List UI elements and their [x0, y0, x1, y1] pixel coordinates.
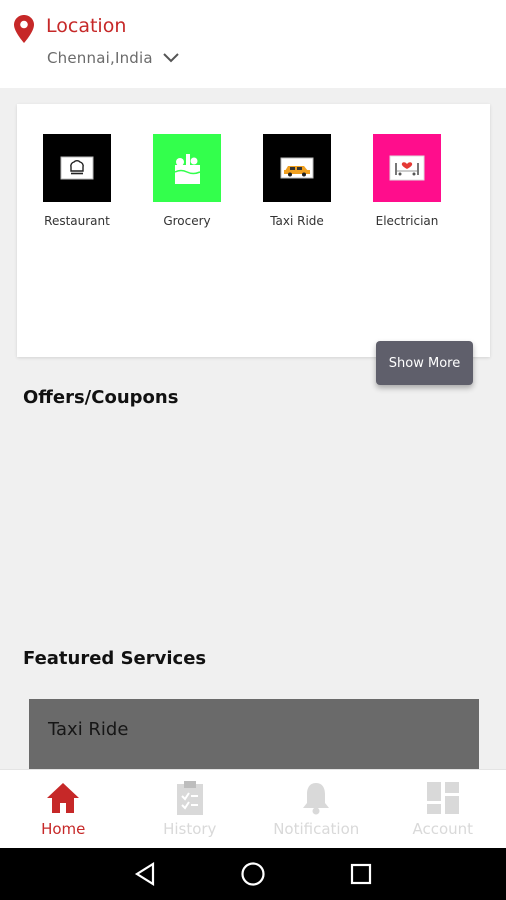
- bell-icon: [303, 783, 330, 815]
- taxi-icon: [280, 157, 314, 179]
- chevron-down-icon[interactable]: [161, 51, 181, 65]
- featured-title: Featured Services: [23, 648, 207, 669]
- circle-home-icon: [241, 862, 265, 886]
- back-button[interactable]: [91, 848, 199, 900]
- offers-title: Offers/Coupons: [23, 387, 179, 408]
- category-label: Taxi Ride: [270, 214, 324, 228]
- restaurant-tile: [43, 134, 111, 202]
- nav-history[interactable]: History: [127, 770, 254, 848]
- featured-service-label: Taxi Ride: [48, 719, 129, 740]
- location-title: Location: [46, 15, 127, 37]
- nav-label: Notification: [273, 820, 360, 838]
- electrician-icon: [389, 155, 425, 181]
- recents-button[interactable]: [307, 848, 415, 900]
- category-label: Electrician: [375, 214, 439, 228]
- nav-account[interactable]: Account: [380, 770, 506, 848]
- bottom-nav: Home History Notification Account: [0, 769, 506, 848]
- category-electrician[interactable]: Electrician: [352, 134, 462, 228]
- back-triangle-icon: [134, 862, 155, 886]
- electrician-tile: [373, 134, 441, 202]
- square-recents-icon: [350, 863, 372, 885]
- featured-service-card[interactable]: Taxi Ride: [29, 699, 479, 769]
- grid-icon: [426, 782, 459, 814]
- system-nav-bar: [0, 848, 506, 900]
- home-icon: [47, 783, 80, 813]
- category-restaurant[interactable]: Restaurant: [22, 134, 132, 228]
- nav-notification[interactable]: Notification: [253, 770, 380, 848]
- grocery-tile: [153, 134, 221, 202]
- category-label: Restaurant: [44, 214, 110, 228]
- nav-home[interactable]: Home: [0, 770, 127, 848]
- nav-label: Account: [412, 820, 474, 838]
- clipboard-icon: [176, 781, 203, 815]
- location-city[interactable]: Chennai,India: [47, 49, 153, 67]
- category-taxi[interactable]: Taxi Ride: [242, 134, 352, 228]
- home-system-button[interactable]: [199, 848, 307, 900]
- show-more-button[interactable]: Show More: [376, 341, 473, 385]
- nav-label: History: [163, 820, 217, 838]
- category-label: Grocery: [163, 214, 211, 228]
- category-card: Restaurant Grocery Taxi Ride Electrician: [17, 104, 490, 357]
- chef-hat-icon: [60, 156, 94, 180]
- grocery-bag-icon: [174, 154, 201, 184]
- location-pin-icon: [14, 15, 34, 43]
- taxi-tile: [263, 134, 331, 202]
- nav-label: Home: [41, 820, 86, 838]
- category-grocery[interactable]: Grocery: [132, 134, 242, 228]
- location-header: Location Chennai,India: [0, 0, 506, 88]
